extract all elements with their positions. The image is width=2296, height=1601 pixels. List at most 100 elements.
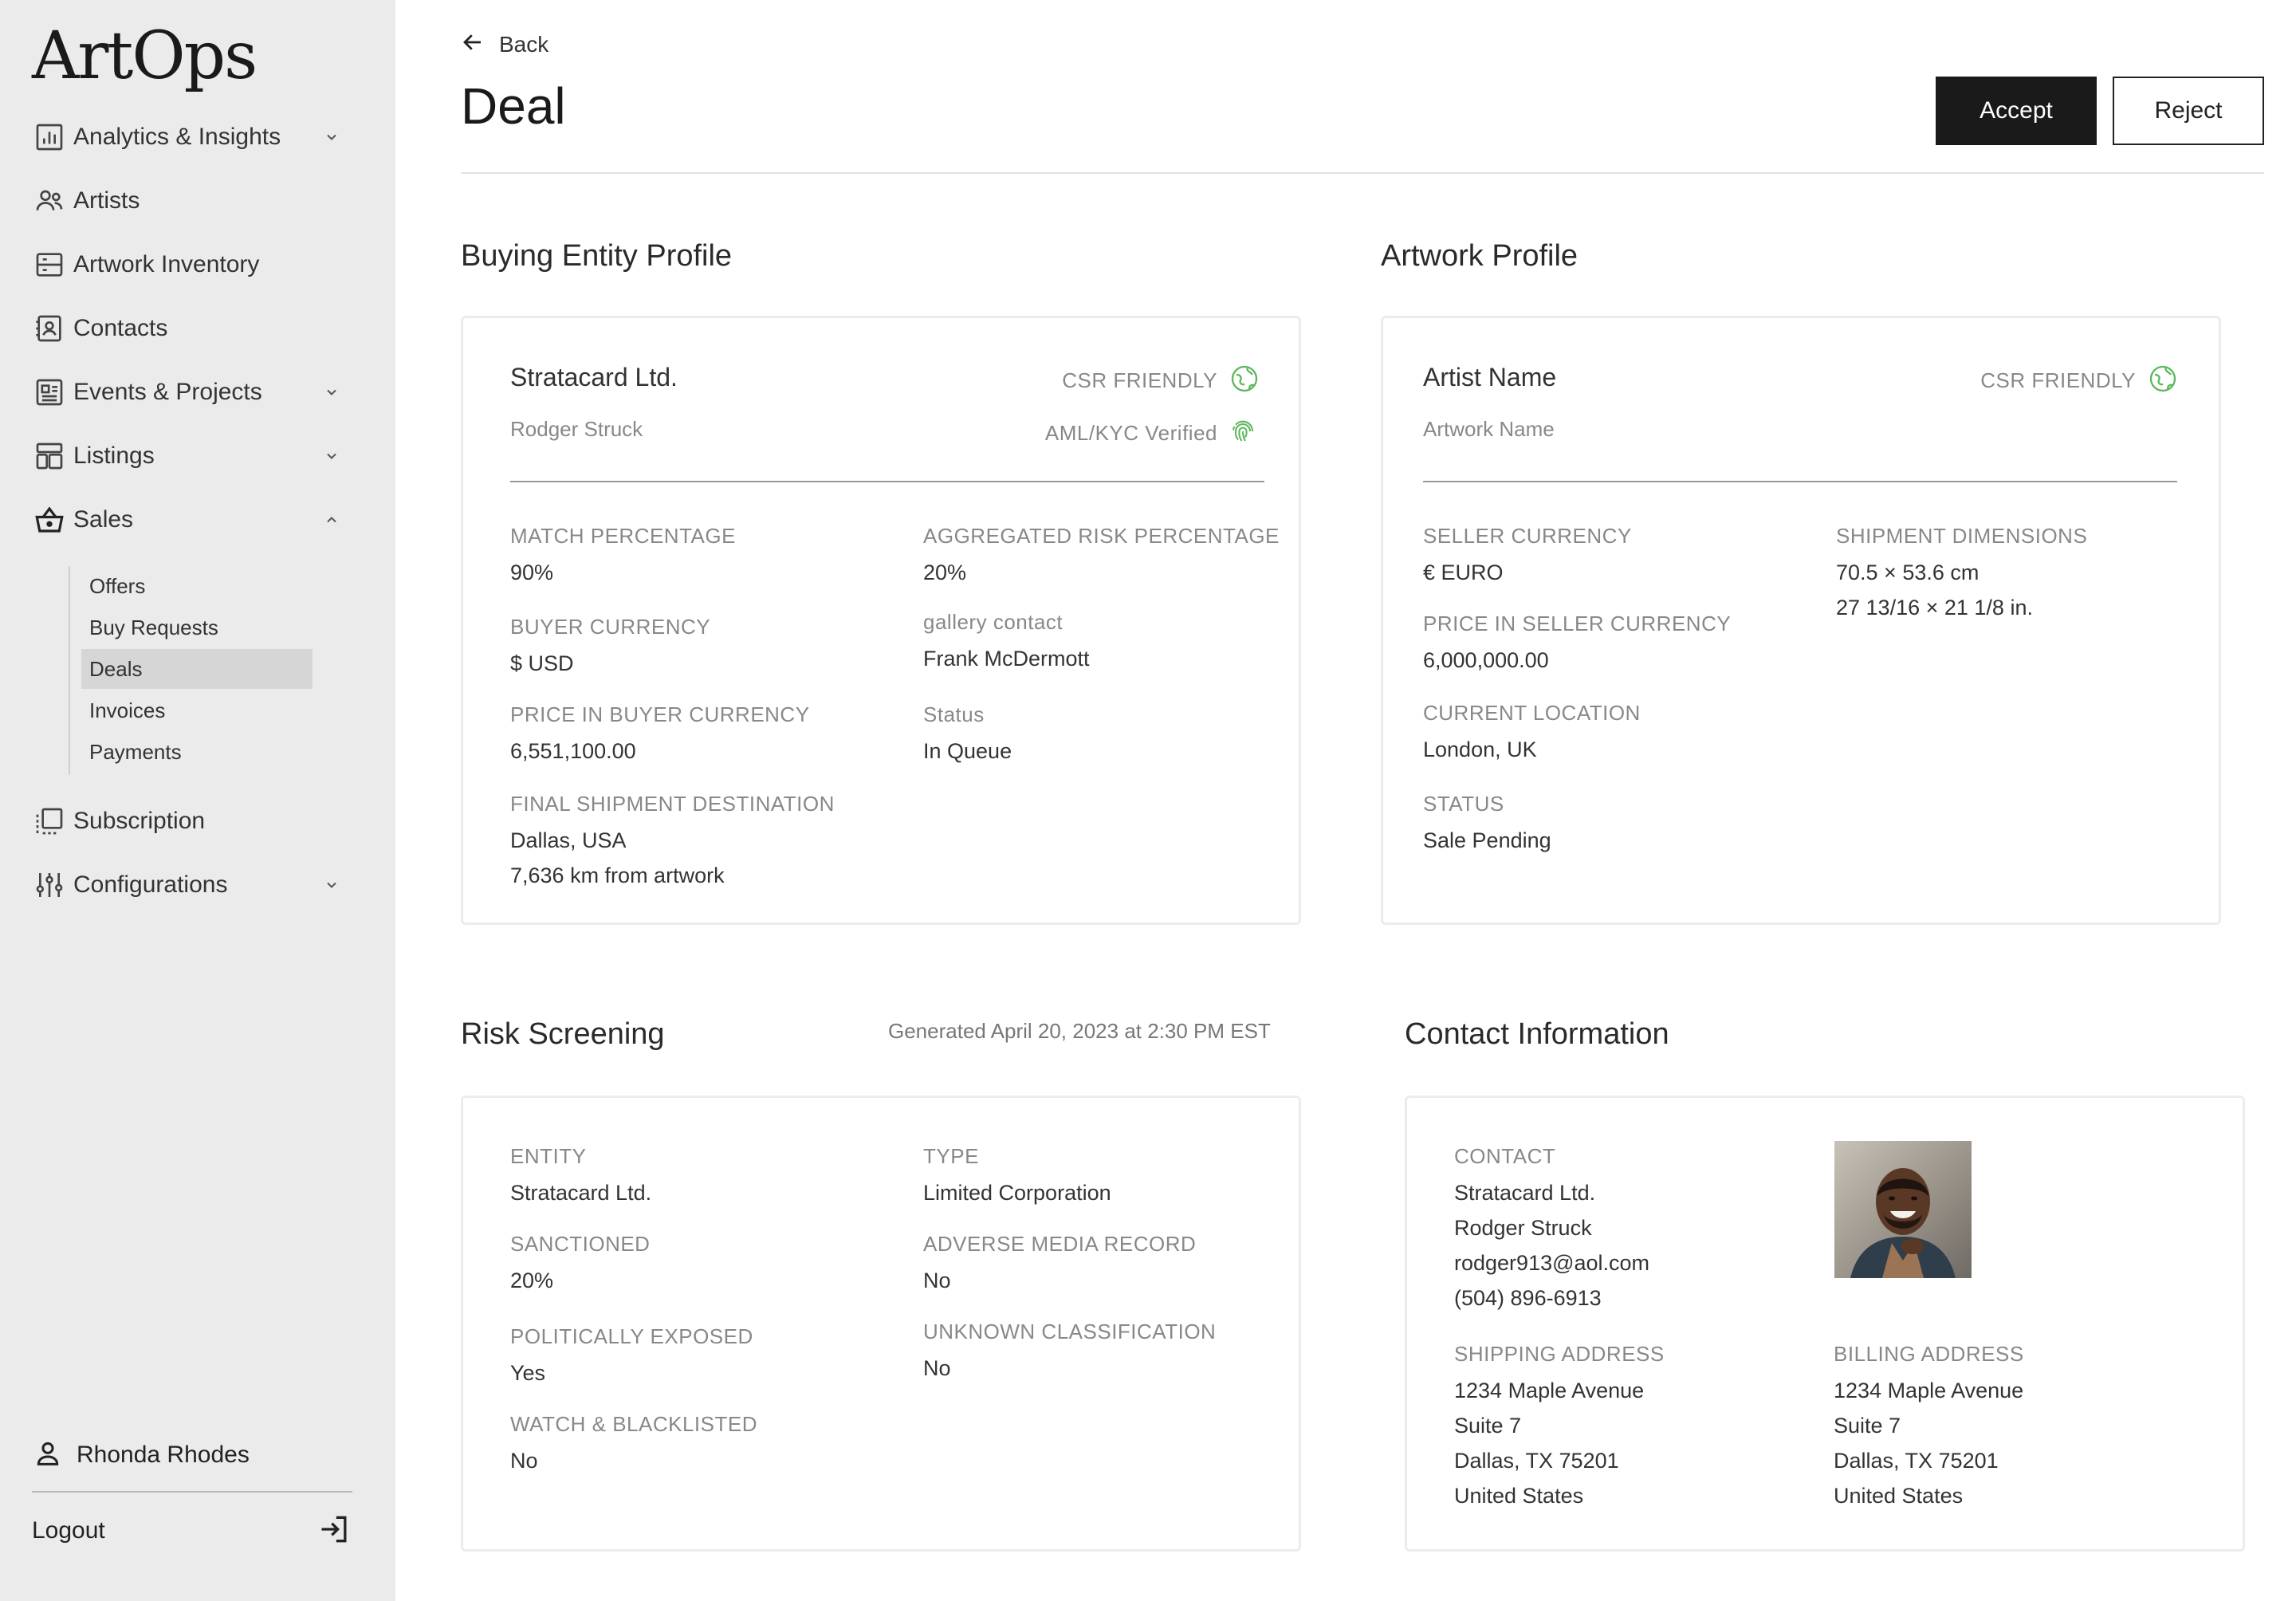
contact-phone[interactable]: (504) 896-6913	[1454, 1280, 1649, 1316]
field-value: Frank McDermott	[923, 647, 1090, 671]
app-logo: ArtOps	[32, 18, 258, 94]
sidebar-item-artists[interactable]: Artists	[32, 179, 359, 223]
billing-line: Suite 7	[1834, 1414, 1901, 1438]
current-location-field: CURRENT LOCATION London, UK	[1423, 701, 1641, 767]
field-label: STATUS	[1423, 792, 1504, 816]
sidebar-item-label: Artists	[73, 187, 140, 214]
field-value: Yes	[510, 1361, 546, 1386]
subnav-item-invoices[interactable]: Invoices	[81, 690, 313, 730]
risk-screening-card: ENTITY Stratacard Ltd. TYPE Limited Corp…	[461, 1096, 1301, 1552]
page-title: Deal	[461, 77, 566, 135]
entity-contact: Rodger Struck	[510, 417, 643, 441]
politically-exposed-field: POLITICALLY EXPOSED Yes	[510, 1324, 753, 1391]
events-icon	[32, 375, 67, 410]
field-label: CURRENT LOCATION	[1423, 701, 1641, 725]
aml-kyc-badge: AML/KYC Verified	[1045, 417, 1257, 450]
chevron-down-icon[interactable]	[320, 126, 343, 148]
subnav-item-offers[interactable]: Offers	[81, 566, 313, 606]
sliders-icon	[32, 867, 67, 903]
badge-label: AML/KYC Verified	[1044, 421, 1217, 445]
contact-email[interactable]: rodger913@aol.com	[1454, 1245, 1649, 1280]
field-label: Status	[923, 702, 985, 726]
leaf-globe-icon	[1229, 363, 1260, 399]
sidebar-item-label: Listings	[73, 443, 155, 469]
user-profile[interactable]: Rhonda Rhodes	[32, 1435, 352, 1475]
sidebar-item-analytics[interactable]: Analytics & Insights	[32, 115, 359, 159]
inventory-icon	[32, 247, 67, 282]
field-label: POLITICALLY EXPOSED	[510, 1324, 753, 1348]
subnav-item-buy-requests[interactable]: Buy Requests	[81, 608, 313, 647]
artist-name: Artist Name	[1423, 363, 1557, 391]
shipping-line: Dallas, TX 75201	[1454, 1449, 1619, 1473]
field-value: 6,000,000.00	[1423, 648, 1549, 673]
csr-friendly-badge: CSR FRIENDLY	[1062, 363, 1260, 399]
chart-icon	[32, 120, 67, 155]
field-value: Sale Pending	[1423, 828, 1551, 853]
watch-blacklisted-field: WATCH & BLACKLISTED No	[510, 1412, 757, 1478]
price-seller-currency-field: PRICE IN SELLER CURRENCY 6,000,000.00	[1423, 612, 1731, 678]
chevron-down-icon[interactable]	[320, 445, 343, 467]
chevron-down-icon[interactable]	[320, 381, 343, 403]
field-label: SHIPMENT DIMENSIONS	[1836, 524, 2088, 548]
leaf-globe-icon	[2147, 363, 2179, 399]
subnav-item-deals[interactable]: Deals	[81, 649, 313, 689]
contact-avatar	[1834, 1141, 1972, 1278]
sidebar-item-subscription[interactable]: Subscription	[32, 799, 359, 844]
artwork-status-field: STATUS Sale Pending	[1423, 792, 1551, 858]
entity-name: Stratacard Ltd.	[510, 363, 678, 391]
section-title-contact: Contact Information	[1405, 1017, 1669, 1051]
section-title-risk: Risk Screening	[461, 1017, 665, 1051]
artwork-card: Artist Name Artwork Name CSR FRIENDLY SE…	[1381, 316, 2221, 925]
sidebar-item-events-projects[interactable]: Events & Projects	[32, 370, 359, 415]
match-percentage-field: MATCH PERCENTAGE 90%	[510, 524, 736, 590]
sidebar-item-listings[interactable]: Listings	[32, 434, 359, 478]
contact-company: Stratacard Ltd.	[1454, 1181, 1596, 1206]
unknown-classification-field: UNKNOWN CLASSIFICATION No	[923, 1320, 1216, 1386]
csr-friendly-badge: CSR FRIENDLY	[1980, 363, 2179, 399]
field-label: CONTACT	[1454, 1144, 1556, 1168]
back-link[interactable]: Back	[461, 30, 548, 58]
contact-person: Rodger Struck	[1454, 1216, 1592, 1241]
sidebar-item-contacts[interactable]: Contacts	[32, 306, 359, 351]
listings-icon	[32, 439, 67, 474]
sidebar-divider	[32, 1491, 352, 1493]
field-label: BILLING ADDRESS	[1834, 1342, 2024, 1366]
sidebar-item-configurations[interactable]: Configurations	[32, 863, 359, 907]
field-value: $ USD	[510, 651, 574, 676]
field-value: Dallas, USA 7,636 km from artwork	[510, 823, 835, 893]
type-field: TYPE Limited Corporation	[923, 1144, 1111, 1210]
dimensions-in: 27 13/16 × 21 1/8 in.	[1836, 596, 2033, 620]
field-label: SELLER CURRENCY	[1423, 524, 1632, 548]
arrow-left-icon	[461, 30, 485, 58]
sidebar-item-label: Artwork Inventory	[73, 251, 260, 277]
field-value: No	[923, 1356, 951, 1381]
fingerprint-icon	[1229, 417, 1257, 450]
generated-timestamp: Generated April 20, 2023 at 2:30 PM EST	[888, 1019, 1271, 1043]
field-label: AGGREGATED RISK PERCENTAGE	[923, 524, 1280, 548]
accept-button[interactable]: Accept	[1936, 77, 2097, 145]
sidebar-item-sales[interactable]: Sales	[32, 498, 359, 542]
field-label: FINAL SHIPMENT DESTINATION	[510, 792, 835, 816]
badge-label: CSR FRIENDLY	[1062, 368, 1217, 392]
billing-line: United States	[1834, 1484, 1964, 1509]
subnav-item-payments[interactable]: Payments	[81, 732, 313, 772]
sidebar-item-artwork-inventory[interactable]: Artwork Inventory	[32, 242, 359, 287]
field-label: gallery contact	[923, 610, 1063, 634]
chevron-down-icon[interactable]	[320, 874, 343, 896]
field-label: UNKNOWN CLASSIFICATION	[923, 1320, 1217, 1343]
entity-field: ENTITY Stratacard Ltd.	[510, 1144, 651, 1210]
card-divider	[510, 481, 1264, 482]
contact-field: CONTACT Stratacard Ltd. Rodger Struck ro…	[1454, 1144, 1649, 1316]
field-value: 70.5 × 53.6 cm 27 13/16 × 21 1/8 in.	[1836, 555, 2087, 625]
billing-line: Dallas, TX 75201	[1834, 1449, 1999, 1473]
field-value: 6,551,100.00	[510, 739, 636, 764]
reject-button[interactable]: Reject	[2113, 77, 2264, 145]
field-value: London, UK	[1423, 738, 1537, 762]
shipping-line: Suite 7	[1454, 1414, 1522, 1438]
contact-card: CONTACT Stratacard Ltd. Rodger Struck ro…	[1405, 1096, 2245, 1552]
shipping-line: 1234 Maple Avenue	[1454, 1379, 1645, 1403]
logout-button[interactable]: Logout	[32, 1509, 352, 1553]
field-label: SANCTIONED	[510, 1232, 651, 1256]
field-label: PRICE IN SELLER CURRENCY	[1423, 612, 1732, 635]
chevron-up-icon[interactable]	[320, 509, 343, 531]
